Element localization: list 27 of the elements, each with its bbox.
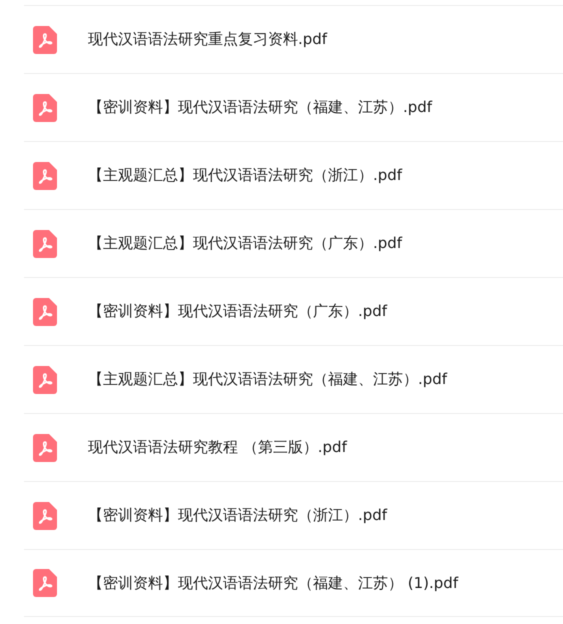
file-name: 【主观题汇总】现代汉语语法研究（广东）.pdf [88,234,402,253]
file-row[interactable]: 【主观题汇总】现代汉语语法研究（浙江）.pdf [24,141,563,209]
pdf-file-icon [33,26,57,54]
pdf-file-icon [33,502,57,530]
file-row[interactable]: 【密训资料】现代汉语语法研究（福建、江苏）.pdf [24,73,563,141]
file-row[interactable]: 【主观题汇总】现代汉语语法研究（广东）.pdf [24,209,563,277]
file-row[interactable]: 现代汉语语法研究教程 （第三版）.pdf [24,413,563,481]
file-name: 【密训资料】现代汉语语法研究（浙江）.pdf [88,506,388,525]
file-row[interactable]: 【密训资料】现代汉语语法研究（广东）.pdf [24,277,563,345]
file-name: 现代汉语语法研究重点复习资料.pdf [88,30,328,49]
file-row[interactable]: 【密训资料】现代汉语语法研究（浙江）.pdf [24,481,563,549]
file-row[interactable]: 【密训资料】现代汉语语法研究（福建、江苏） (1).pdf [24,549,563,617]
file-name: 【主观题汇总】现代汉语语法研究（福建、江苏）.pdf [88,370,448,389]
file-name: 【密训资料】现代汉语语法研究（福建、江苏） (1).pdf [88,574,458,592]
file-row[interactable]: 【主观题汇总】现代汉语语法研究（福建、江苏）.pdf [24,345,563,413]
file-name: 【主观题汇总】现代汉语语法研究（浙江）.pdf [88,166,402,185]
file-name: 现代汉语语法研究教程 （第三版）.pdf [88,438,347,457]
pdf-file-icon [33,366,57,394]
pdf-file-icon [33,569,57,597]
pdf-file-icon [33,298,57,326]
pdf-file-icon [33,162,57,190]
file-name: 【密训资料】现代汉语语法研究（广东）.pdf [88,302,388,321]
pdf-file-icon [33,94,57,122]
file-row[interactable]: 现代汉语语法研究重点复习资料.pdf [24,5,563,73]
pdf-file-icon [33,434,57,462]
pdf-file-icon [33,230,57,258]
file-name: 【密训资料】现代汉语语法研究（福建、江苏）.pdf [88,98,432,117]
